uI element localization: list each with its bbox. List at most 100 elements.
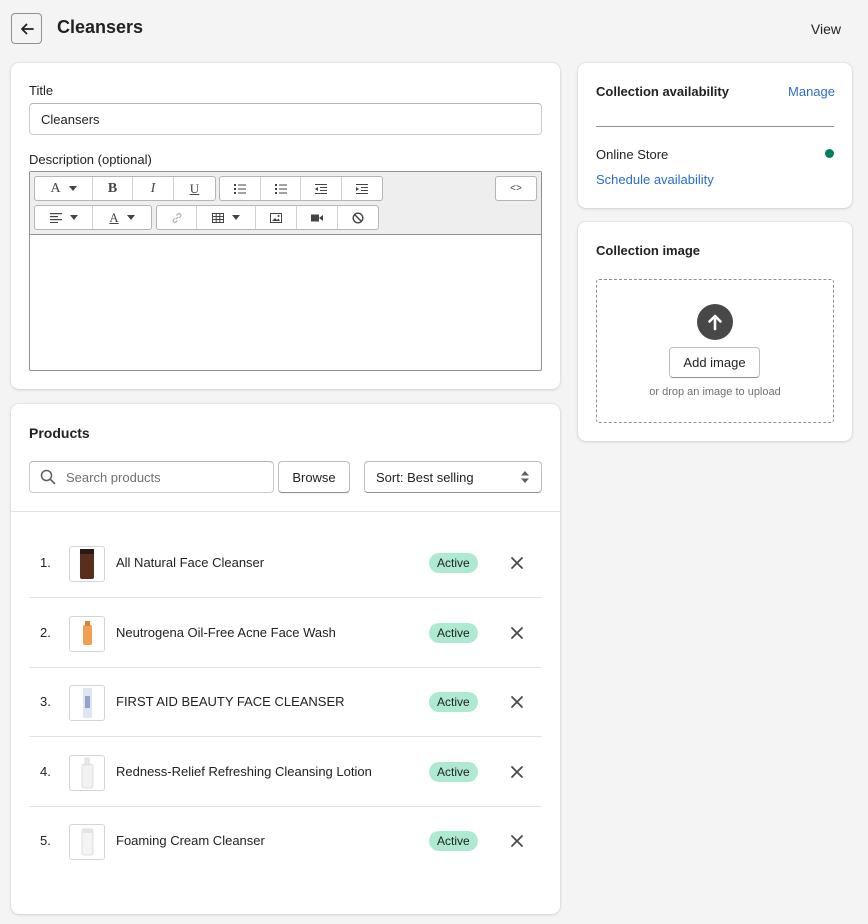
bullet-list-button[interactable] [220, 177, 261, 200]
online-store-label: Online Store [596, 147, 669, 162]
close-icon [511, 765, 523, 778]
font-group: A B I U [34, 176, 216, 201]
remove-product-button[interactable] [509, 625, 525, 641]
link-icon [172, 212, 181, 223]
product-thumbnail [69, 546, 105, 582]
availability-title: Collection availability [596, 84, 729, 99]
format-group: A [34, 205, 152, 230]
clear-format-button[interactable] [338, 206, 378, 229]
product-thumbnail [69, 824, 105, 860]
page-header: Cleansers View [0, 0, 868, 60]
video-button[interactable] [297, 206, 338, 229]
product-name[interactable]: FIRST AID BEAUTY FACE CLEANSER [116, 694, 345, 709]
drop-hint-text: or drop an image to upload [649, 386, 781, 398]
clear-format-icon [352, 211, 364, 224]
product-name[interactable]: Neutrogena Oil-Free Acne Face Wash [116, 625, 336, 640]
status-badge: Active [429, 692, 478, 712]
image-icon [270, 212, 282, 223]
link-button[interactable] [157, 206, 197, 229]
table-button[interactable] [197, 206, 256, 229]
text-color-icon: A [109, 209, 119, 225]
search-icon [40, 469, 56, 485]
sort-label: Sort: Best selling [376, 470, 474, 485]
product-number: 5. [40, 833, 51, 848]
products-card: Products Search products Browse Sort: Be… [11, 404, 560, 914]
close-icon [511, 835, 523, 847]
status-badge: Active [429, 553, 478, 573]
status-badge: Active [429, 761, 478, 782]
product-row[interactable]: 2. Neutrogena Oil-Free Acne Face Wash Acti… [29, 599, 542, 668]
html-source-button[interactable]: <> [496, 177, 536, 200]
title-input[interactable]: Cleansers [29, 103, 542, 135]
collection-details-card: Title Cleansers Description (optional) A… [11, 63, 560, 389]
add-image-button[interactable]: Add image [669, 347, 760, 378]
align-left-icon [49, 212, 62, 223]
browse-button[interactable]: Browse [278, 461, 350, 493]
underline-button[interactable]: U [174, 177, 215, 200]
sort-select[interactable]: Sort: Best selling [364, 461, 542, 493]
remove-product-button[interactable] [509, 694, 525, 710]
bold-icon: B [107, 180, 118, 196]
editor-toolbar: A B I U <> A [30, 172, 541, 235]
status-dot-icon [825, 149, 834, 158]
search-placeholder: Search products [66, 470, 161, 485]
video-icon [311, 214, 323, 221]
italic-button[interactable]: I [133, 177, 174, 200]
font-icon: A [50, 180, 61, 196]
collection-availability-card: Collection availability Manage Online St… [578, 63, 852, 208]
select-arrows-icon [521, 471, 529, 483]
close-icon [511, 557, 523, 569]
product-name[interactable]: All Natural Face Cleanser [116, 555, 264, 570]
collection-image-title: Collection image [596, 243, 701, 258]
indent-icon [356, 183, 368, 194]
product-thumbnail [69, 685, 105, 721]
product-name[interactable]: Foaming Cream Cleanser [116, 833, 265, 848]
product-row[interactable]: 3. FIRST AID BEAUTY FACE CLEANSER Active [29, 668, 542, 737]
product-row[interactable]: 1. All Natural Face Cleanser Active [29, 529, 542, 598]
outdent-button[interactable] [301, 177, 342, 200]
page-title: Cleansers [57, 17, 144, 37]
product-row[interactable]: 4. Redness-Relief Refreshing Cleansing Lo… [29, 738, 542, 807]
upload-arrow-icon [697, 304, 733, 340]
align-button[interactable] [35, 206, 93, 229]
search-products-input[interactable]: Search products [29, 461, 274, 493]
arrow-left-icon [20, 23, 34, 34]
title-label: Title [29, 83, 54, 98]
status-badge: Active [429, 831, 478, 851]
insert-group [156, 205, 379, 230]
product-number: 4. [40, 763, 51, 779]
bullet-list-icon [234, 183, 246, 194]
manage-link[interactable]: Manage [788, 84, 835, 99]
indent-button[interactable] [342, 177, 382, 200]
product-number: 3. [40, 694, 51, 709]
status-badge: Active [429, 622, 478, 643]
schedule-availability-link[interactable]: Schedule availability [596, 172, 714, 187]
editor-content-area[interactable] [30, 236, 541, 370]
outdent-icon [315, 183, 327, 194]
numbered-list-icon [274, 183, 287, 194]
product-number: 1. [40, 555, 51, 570]
remove-product-button[interactable] [509, 555, 525, 571]
product-row[interactable]: 5. Foaming Cream Cleanser Active [29, 807, 542, 876]
numbered-list-button[interactable] [261, 177, 301, 200]
collection-image-card: Collection image Add image or drop an im… [578, 222, 852, 441]
remove-product-button[interactable] [509, 764, 525, 780]
view-button[interactable]: View [811, 21, 841, 37]
product-thumbnail [69, 615, 105, 652]
image-dropzone[interactable]: Add image or drop an image to upload [596, 279, 834, 423]
back-button[interactable] [11, 13, 42, 44]
product-thumbnail [69, 754, 105, 791]
text-color-button[interactable]: A [93, 206, 151, 229]
bold-button[interactable]: B [93, 177, 133, 200]
close-icon [511, 696, 523, 708]
remove-product-button[interactable] [509, 833, 525, 849]
underline-icon: U [189, 180, 200, 196]
products-divider [11, 511, 560, 512]
description-label: Description (optional) [29, 152, 152, 167]
close-icon [511, 626, 523, 639]
table-icon [212, 212, 224, 223]
description-editor: A B I U <> A [29, 171, 542, 371]
product-name[interactable]: Redness-Relief Refreshing Cleansing Loti… [116, 764, 372, 779]
image-button[interactable] [256, 206, 297, 229]
font-button[interactable]: A [35, 177, 93, 200]
